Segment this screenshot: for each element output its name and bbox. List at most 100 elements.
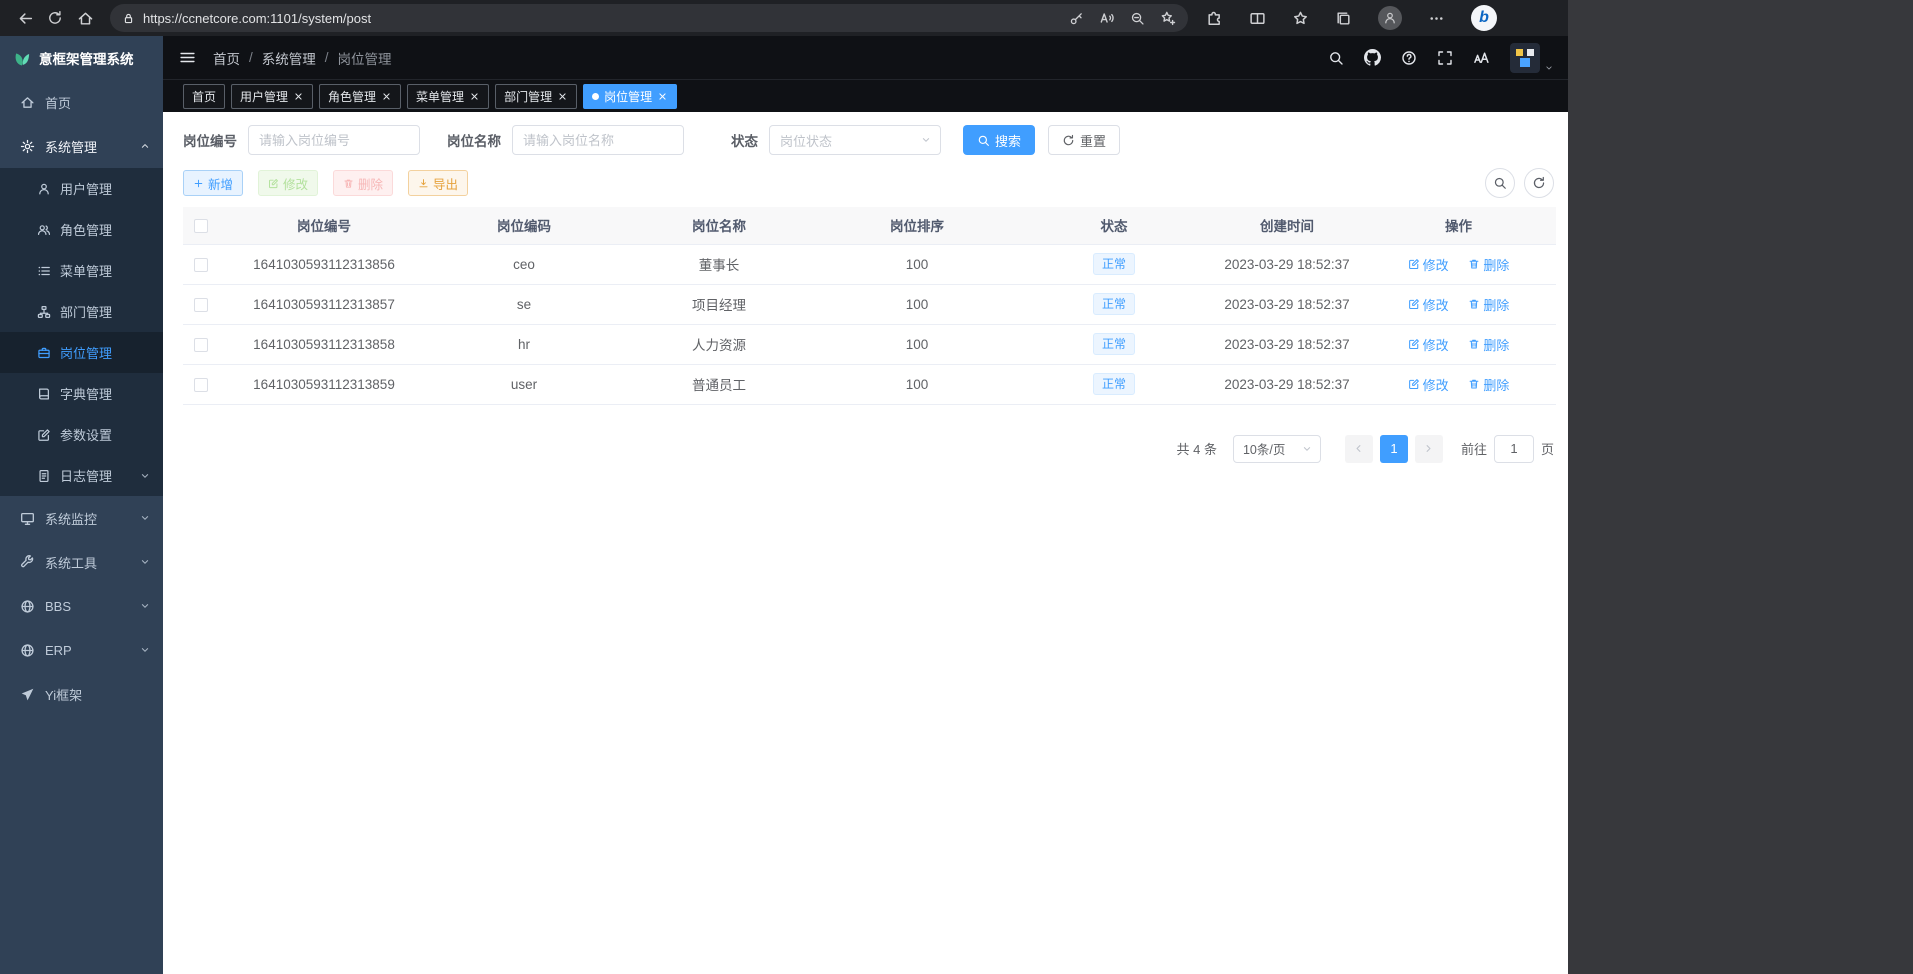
row-checkbox[interactable] (194, 378, 208, 392)
globe-icon (20, 599, 35, 614)
total-count: 共 4 条 (1177, 439, 1217, 458)
table-row[interactable]: 1641030593112313857 se 项目经理 100 正常 2023-… (183, 284, 1556, 324)
tab-home[interactable]: 首页 (183, 84, 225, 109)
table-row[interactable]: 1641030593112313858 hr 人力资源 100 正常 2023-… (183, 324, 1556, 364)
sidebar-item-dept-management[interactable]: 部门管理 (0, 291, 163, 332)
sidebar-item-system-monitor[interactable]: 系统监控 (0, 496, 163, 540)
browser-profile-avatar[interactable] (1378, 6, 1402, 30)
tab-role-management[interactable]: 角色管理 (319, 84, 401, 109)
row-checkbox[interactable] (194, 338, 208, 352)
split-screen-icon[interactable] (1249, 10, 1266, 27)
post-name-input[interactable] (512, 125, 684, 155)
fullscreen-icon[interactable] (1437, 50, 1453, 66)
font-size-icon[interactable] (1473, 49, 1490, 66)
row-checkbox[interactable] (194, 298, 208, 312)
toggle-search-icon[interactable] (1485, 168, 1515, 198)
refresh-table-icon[interactable] (1524, 168, 1554, 198)
sidebar-toggle-icon[interactable] (179, 49, 196, 66)
browser-back-button[interactable] (10, 3, 40, 33)
address-bar[interactable]: https://ccnetcore.com:1101/system/post (110, 4, 1188, 32)
next-page-button[interactable] (1415, 435, 1443, 463)
sidebar-item-post-management[interactable]: 岗位管理 (0, 332, 163, 373)
status-select[interactable]: 岗位状态 (769, 125, 941, 155)
sidebar-item-dict-management[interactable]: 字典管理 (0, 373, 163, 414)
row-edit-button[interactable]: 修改 (1408, 295, 1449, 314)
app-logo: 意框架管理系统 (0, 36, 163, 80)
user-avatar[interactable] (1510, 43, 1540, 73)
sidebar-item-system-tools[interactable]: 系统工具 (0, 540, 163, 584)
site-lock-icon[interactable] (122, 12, 135, 25)
sidebar-item-label: 用户管理 (60, 179, 112, 198)
page-1-button[interactable]: 1 (1380, 435, 1408, 463)
sidebar-item-param-settings[interactable]: 参数设置 (0, 414, 163, 455)
row-delete-button[interactable]: 删除 (1468, 295, 1509, 314)
main-area: 首页 / 系统管理 / 岗位管理 (163, 36, 1568, 974)
browser-settings-menu-icon[interactable] (1428, 10, 1445, 27)
header-search-icon[interactable] (1328, 50, 1344, 66)
goto-page-input[interactable] (1494, 435, 1534, 463)
sidebar-item-system-management[interactable]: 系统管理 (0, 124, 163, 168)
sidebar-item-erp[interactable]: ERP (0, 628, 163, 672)
edit-button-label: 修改 (283, 174, 308, 193)
browser-window: https://ccnetcore.com:1101/system/post b (0, 0, 1568, 974)
table-row[interactable]: 1641030593112313859 user 普通员工 100 正常 202… (183, 364, 1556, 404)
post-code-input[interactable] (248, 125, 420, 155)
row-delete-button[interactable]: 删除 (1468, 255, 1509, 274)
copilot-icon[interactable]: b (1471, 5, 1497, 31)
row-edit-button[interactable]: 修改 (1408, 255, 1449, 274)
close-icon[interactable] (469, 91, 480, 102)
breadcrumb-home[interactable]: 首页 (213, 48, 240, 68)
sidebar-item-user-management[interactable]: 用户管理 (0, 168, 163, 209)
browser-home-button[interactable] (70, 3, 100, 33)
page-size-select[interactable]: 10条/页 (1233, 435, 1321, 463)
row-delete-button[interactable]: 删除 (1468, 375, 1509, 394)
row-edit-button[interactable]: 修改 (1408, 375, 1449, 394)
row-edit-label: 修改 (1423, 295, 1449, 314)
tab-user-management[interactable]: 用户管理 (231, 84, 313, 109)
sidebar-item-bbs[interactable]: BBS (0, 584, 163, 628)
github-icon[interactable] (1364, 49, 1381, 66)
password-key-icon[interactable] (1069, 11, 1084, 26)
extensions-icon[interactable] (1206, 10, 1223, 27)
tab-menu-management[interactable]: 菜单管理 (407, 84, 489, 109)
favorites-icon[interactable] (1292, 10, 1309, 27)
add-favorite-icon[interactable] (1160, 10, 1176, 26)
read-aloud-icon[interactable] (1099, 10, 1115, 26)
row-edit-label: 修改 (1423, 255, 1449, 274)
close-icon[interactable] (657, 91, 668, 102)
row-delete-label: 删除 (1483, 255, 1509, 274)
close-icon[interactable] (557, 91, 568, 102)
collections-icon[interactable] (1335, 10, 1352, 27)
tab-post-management[interactable]: 岗位管理 (583, 84, 677, 109)
sidebar-item-log-management[interactable]: 日志管理 (0, 455, 163, 496)
user-menu[interactable] (1510, 43, 1554, 73)
sidebar-item-menu-management[interactable]: 菜单管理 (0, 250, 163, 291)
zoom-out-icon[interactable] (1130, 11, 1145, 26)
page-unit-label: 页 (1541, 439, 1554, 458)
edit-button[interactable]: 修改 (258, 170, 318, 196)
help-icon[interactable] (1401, 50, 1417, 66)
row-delete-button[interactable]: 删除 (1468, 335, 1509, 354)
export-button[interactable]: 导出 (408, 170, 468, 196)
cell-post-id: 1641030593112313859 (219, 364, 429, 404)
row-checkbox[interactable] (194, 258, 208, 272)
row-edit-button[interactable]: 修改 (1408, 335, 1449, 354)
sidebar-item-yi-framework[interactable]: Yi框架 (0, 672, 163, 716)
table-row[interactable]: 1641030593112313856 ceo 董事长 100 正常 2023-… (183, 244, 1556, 284)
search-button[interactable]: 搜索 (963, 125, 1035, 155)
reset-button[interactable]: 重置 (1048, 125, 1120, 155)
delete-button[interactable]: 删除 (333, 170, 393, 196)
table-tools (1485, 168, 1554, 198)
browser-refresh-button[interactable] (40, 3, 70, 33)
close-icon[interactable] (381, 91, 392, 102)
breadcrumb-system[interactable]: 系统管理 (262, 48, 316, 68)
close-icon[interactable] (293, 91, 304, 102)
tab-dept-management[interactable]: 部门管理 (495, 84, 577, 109)
select-all-checkbox[interactable] (194, 219, 208, 233)
prev-page-button[interactable] (1345, 435, 1373, 463)
sidebar-item-role-management[interactable]: 角色管理 (0, 209, 163, 250)
sidebar-item-home[interactable]: 首页 (0, 80, 163, 124)
search-button-label: 搜索 (995, 131, 1021, 150)
add-button[interactable]: 新增 (183, 170, 243, 196)
cell-created: 2023-03-29 18:52:37 (1213, 364, 1361, 404)
